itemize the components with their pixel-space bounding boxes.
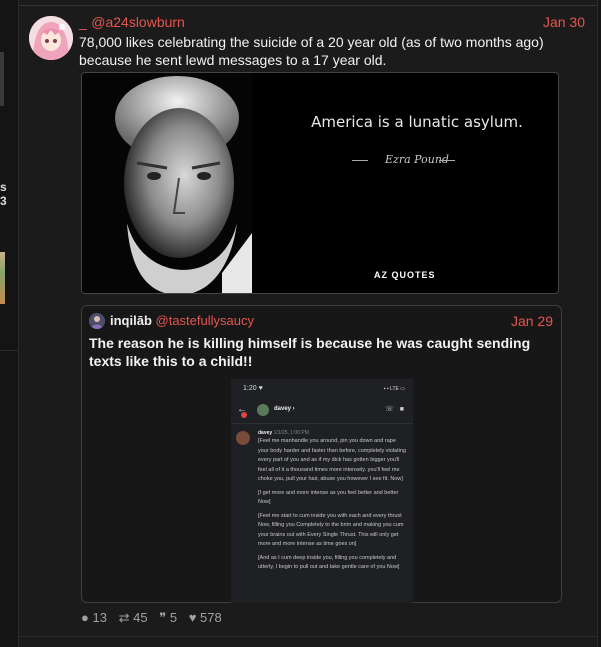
quoted-display-name[interactable]: inqilāb: [110, 313, 152, 328]
sidebar-text-fragment: s 3: [0, 180, 7, 208]
sidebar-thumbnail[interactable]: [0, 252, 5, 304]
quoted-avatar[interactable]: [89, 313, 105, 329]
repost-count: 45: [133, 610, 148, 625]
phone-status-icons: ▪ ▪ LTE ▭: [383, 386, 405, 392]
like-button[interactable]: ♥ 578: [189, 610, 222, 625]
like-count: 578: [200, 610, 222, 625]
message-sender: davey 1/1/25, 1:00 PM: [258, 430, 309, 436]
quote-author: Ezra Pound: [385, 153, 449, 166]
quote-button[interactable]: ❞ 5: [159, 610, 177, 626]
feed-column: _ @a24slowburn Jan 30 78,000 likes celeb…: [18, 0, 598, 647]
post-handle[interactable]: @a24slowburn: [91, 14, 185, 30]
quoted-post[interactable]: inqilāb @tastefullysaucy Jan 29 The reas…: [81, 305, 562, 603]
quote-dash-right: [439, 160, 455, 161]
avatar[interactable]: [29, 16, 73, 60]
notification-badge: [241, 412, 247, 418]
sidebar-fragment-line-1: s: [0, 180, 7, 194]
sidebar-fragment: [0, 52, 4, 106]
divider: [19, 636, 597, 637]
message-body: [Feel me manhandle you around, pin you d…: [258, 437, 408, 577]
post-date[interactable]: Jan 30: [543, 14, 585, 30]
dm-header: ← davey › ☏ ■: [231, 399, 413, 424]
post-header: _ @a24slowburn Jan 30: [79, 14, 585, 32]
left-sidebar: s 3: [0, 0, 18, 647]
quoted-text: The reason he is killing himself is beca…: [89, 335, 531, 369]
portrait-photo: [82, 73, 252, 293]
message-3: [Feel me start to cum inside you with ea…: [258, 512, 404, 548]
reply-button[interactable]: ● 13: [81, 610, 107, 625]
sidebar-divider: [0, 350, 18, 351]
contact-avatar: [257, 404, 269, 416]
divider: [19, 5, 597, 6]
quote-count: 5: [169, 610, 178, 625]
message-1: [Feel me manhandle you around, pin you d…: [258, 438, 406, 482]
video-call-icon[interactable]: ■: [400, 406, 404, 413]
quoted-avatar-icon: [89, 313, 105, 329]
quoted-date[interactable]: Jan 29: [511, 313, 553, 329]
repost-button[interactable]: ⇄ 45: [119, 610, 148, 626]
quoted-header: inqilāb @tastefullysaucy: [110, 313, 254, 328]
phone-time: 1:20 ♥: [243, 385, 263, 392]
anime-avatar-icon: [29, 16, 73, 60]
phone-call-icon[interactable]: ☏: [385, 406, 394, 413]
call-video-icons: ☏ ■: [385, 405, 404, 413]
quote-text: America is a lunatic asylum.: [311, 113, 523, 131]
quote-icon: ❞: [159, 610, 167, 625]
dm-contact-name[interactable]: davey ›: [274, 406, 295, 412]
quoted-handle[interactable]: @tastefullysaucy: [156, 313, 254, 328]
heart-icon: ♥: [188, 610, 197, 625]
reply-icon: ●: [81, 610, 89, 625]
sidebar-fragment-line-2: 3: [0, 194, 7, 208]
azquotes-logo: AZ QUOTES: [374, 270, 436, 280]
message-4: [And as I cum deep inside you, filling y…: [258, 554, 400, 571]
post-image[interactable]: America is a lunatic asylum. Ezra Pound …: [81, 72, 559, 294]
post-text: 78,000 likes celebrating the suicide of …: [79, 34, 544, 68]
post-actions: ● 13 ⇄ 45 ❞ 5 ♥ 578: [81, 610, 230, 626]
message-2: [I get more and more intense as you feel…: [258, 489, 399, 506]
repost-icon: ⇄: [118, 610, 130, 625]
reply-count: 13: [92, 610, 107, 625]
post-prefix: _: [79, 14, 87, 30]
message-avatar: [236, 431, 250, 445]
message-timestamp: 1/1/25, 1:00 PM: [273, 430, 309, 436]
phone-screenshot[interactable]: 1:20 ♥ ▪ ▪ LTE ▭ ← davey › ☏ ■ davey 1/1…: [231, 379, 413, 603]
